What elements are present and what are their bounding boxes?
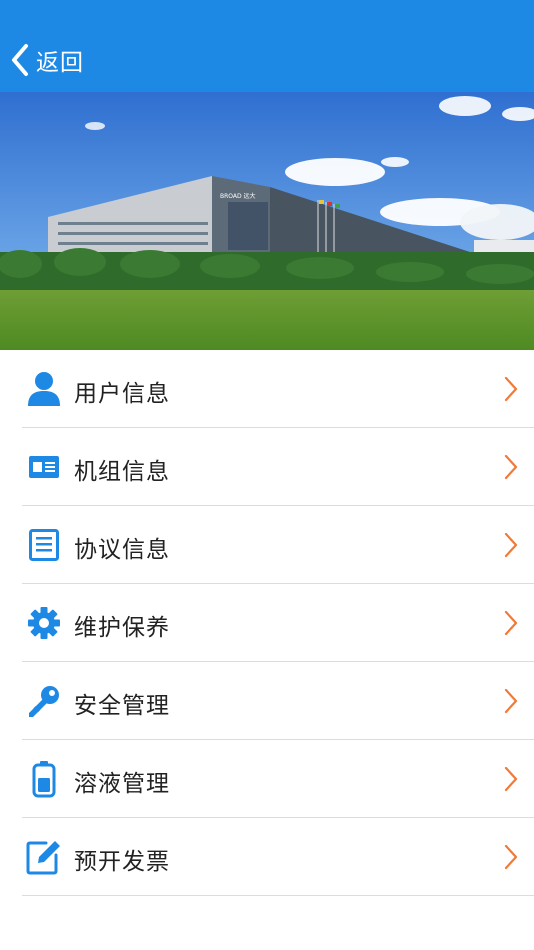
- menu-item-user-info[interactable]: 用户信息: [22, 350, 534, 428]
- menu-item-label: 维护保养: [74, 615, 170, 641]
- back-label: 返回: [36, 50, 84, 76]
- chevron-right-icon: [504, 688, 518, 714]
- back-button[interactable]: 返回: [10, 40, 84, 80]
- chevron-right-icon: [504, 454, 518, 480]
- menu-item-agreement-info[interactable]: 协议信息: [22, 506, 534, 584]
- chevron-right-icon: [504, 376, 518, 402]
- menu-item-safety[interactable]: 安全管理: [22, 662, 534, 740]
- menu-item-label: 预开发票: [74, 849, 170, 875]
- menu-item-label: 协议信息: [74, 537, 170, 563]
- menu-item-unit-info[interactable]: 机组信息: [22, 428, 534, 506]
- id-card-icon: [26, 448, 62, 486]
- menu-list: 用户信息 机组信息 协议信息 维护保养 安全管理 溶液管理 预开发票: [0, 350, 534, 896]
- banner-image: BROAD 远大: [0, 92, 534, 350]
- document-icon: [26, 526, 62, 564]
- chevron-left-icon: [12, 44, 28, 76]
- battery-icon: [26, 760, 62, 798]
- building-sign: BROAD 远大: [220, 192, 256, 200]
- chevron-right-icon: [504, 532, 518, 558]
- gear-icon: [26, 604, 62, 642]
- menu-item-label: 安全管理: [74, 693, 170, 719]
- menu-item-maintenance[interactable]: 维护保养: [22, 584, 534, 662]
- chevron-right-icon: [504, 844, 518, 870]
- menu-item-solution[interactable]: 溶液管理: [22, 740, 534, 818]
- nav-bar: 返回: [0, 0, 534, 92]
- edit-icon: [26, 838, 62, 876]
- chevron-right-icon: [504, 766, 518, 792]
- key-icon: [26, 682, 62, 720]
- menu-item-label: 溶液管理: [74, 771, 170, 797]
- menu-item-label: 机组信息: [74, 459, 170, 485]
- chevron-right-icon: [504, 610, 518, 636]
- menu-item-invoice[interactable]: 预开发票: [22, 818, 534, 896]
- user-icon: [26, 370, 62, 408]
- menu-item-label: 用户信息: [74, 381, 170, 407]
